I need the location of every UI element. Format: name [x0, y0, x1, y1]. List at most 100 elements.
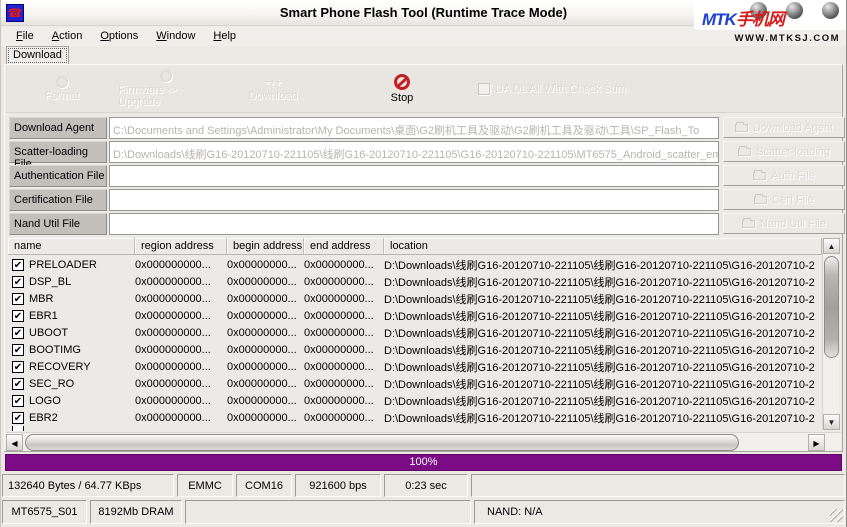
- status-filler: [471, 474, 845, 497]
- scatter-file-field[interactable]: D:\Downloads\线刷G16-20120710-221105\线刷G16…: [109, 141, 719, 163]
- toolbar: Format Firmware -> Upgrade ⇒+ Download S…: [6, 66, 841, 113]
- scroll-down-icon[interactable]: ▼: [823, 414, 840, 430]
- folder-icon: [738, 148, 751, 156]
- logo-sphere-icon: [786, 2, 803, 19]
- auth-file-label: Authentication File: [9, 165, 107, 187]
- row-checkbox[interactable]: ✔: [12, 259, 24, 271]
- row-checkbox[interactable]: ✔: [12, 293, 24, 305]
- stop-button[interactable]: Stop: [354, 66, 450, 112]
- column-name[interactable]: name: [8, 238, 135, 254]
- stop-icon: [394, 74, 410, 90]
- folder-icon: [742, 220, 755, 228]
- table-row-ebr1[interactable]: ✔ EBR1 0x000000000... 0x00000000... 0x00…: [8, 307, 822, 324]
- table-row-preloader[interactable]: ✔ PRELOADER 0x000000000... 0x00000000...…: [8, 256, 822, 273]
- status-empty: [185, 500, 471, 524]
- download-label: Download: [249, 90, 298, 102]
- download-agent-label: Download Agent: [9, 117, 107, 139]
- table-row-dsp-bl[interactable]: ✔ DSP_BL 0x000000000... 0x00000000... 0x…: [8, 273, 822, 290]
- firmware-upgrade-label: Firmware -> Upgrade: [118, 84, 214, 108]
- row-checkbox[interactable]: ✔: [12, 276, 24, 288]
- table-header: name region address begin address end ad…: [8, 238, 839, 255]
- download-button[interactable]: ⇒+ Download: [214, 66, 332, 112]
- vertical-scrollbar[interactable]: ▲ ▼: [822, 238, 839, 430]
- table-row-sec-ro[interactable]: ✔ SEC_RO 0x000000000... 0x00000000... 0x…: [8, 375, 822, 392]
- table-row-ebr2[interactable]: ✔ EBR2 0x000000000... 0x00000000... 0x00…: [8, 409, 822, 426]
- download-icon: ⇒+: [264, 76, 281, 88]
- scatter-file-label: Scatter-loading File: [9, 141, 107, 163]
- status-dram: 8192Mb DRAM: [90, 500, 182, 524]
- scroll-left-icon[interactable]: ◀: [6, 434, 23, 451]
- mtk-logo: MTK手机网 WWW.MTKSJ.COM: [694, 0, 846, 46]
- tab-bar: Download: [1, 46, 846, 64]
- vertical-scroll-thumb[interactable]: [824, 256, 839, 358]
- menu-options[interactable]: Options: [91, 27, 147, 46]
- menu-help[interactable]: Help: [204, 27, 245, 46]
- flash-tool-window: { "window": { "title": "Smart Phone Flas…: [0, 0, 847, 527]
- status-bar-top: 132640 Bytes / 64.77 KBps EMMC COM16 921…: [2, 474, 845, 497]
- firmware-upgrade-icon: [160, 70, 172, 82]
- row-checkbox[interactable]: ✔: [12, 395, 24, 407]
- column-region-address[interactable]: region address: [135, 238, 227, 254]
- progress-bar: 100%: [5, 454, 842, 471]
- table-row-logo[interactable]: ✔ LOGO 0x000000000... 0x00000000... 0x00…: [8, 392, 822, 409]
- status-elapsed-time: 0:23 sec: [384, 474, 468, 497]
- status-storage: EMMC: [177, 474, 233, 497]
- table-row-bootimg[interactable]: ✔ BOOTIMG 0x000000000... 0x00000000... 0…: [8, 341, 822, 358]
- folder-icon: [754, 196, 767, 204]
- mtk-logo-graphic: MTK手机网: [694, 0, 846, 30]
- status-chip: MT6575_S01: [2, 500, 87, 524]
- row-checkbox[interactable]: [12, 426, 24, 431]
- horizontal-scroll-thumb[interactable]: [25, 434, 739, 451]
- column-location[interactable]: location: [384, 238, 822, 254]
- auth-file-field[interactable]: [109, 165, 719, 187]
- scatter-file-browse-button[interactable]: Scatter-loading: [723, 141, 845, 162]
- nand-util-file-field[interactable]: [109, 213, 719, 235]
- resize-grip-icon[interactable]: [830, 509, 843, 522]
- status-bar-bottom: MT6575_S01 8192Mb DRAM NAND: N/A: [2, 500, 845, 524]
- status-baud-rate: 921600 bps: [295, 474, 381, 497]
- folder-icon: [735, 124, 748, 132]
- format-icon: [56, 76, 68, 88]
- cert-file-browse-button[interactable]: Cert File: [723, 189, 845, 210]
- table-body: ✔ PRELOADER 0x000000000... 0x00000000...…: [8, 256, 822, 431]
- table-row-recovery[interactable]: ✔ RECOVERY 0x000000000... 0x00000000... …: [8, 358, 822, 375]
- menu-window[interactable]: Window: [147, 27, 204, 46]
- format-button[interactable]: Format: [6, 66, 118, 112]
- table-row-mbr[interactable]: ✔ MBR 0x000000000... 0x00000000... 0x000…: [8, 290, 822, 307]
- row-checkbox[interactable]: ✔: [12, 310, 24, 322]
- column-begin-address[interactable]: begin address: [227, 238, 304, 254]
- nand-util-file-label: Nand Util File: [9, 213, 107, 235]
- checkbox-icon: [478, 83, 490, 95]
- row-checkbox[interactable]: ✔: [12, 327, 24, 339]
- table-row-partial[interactable]: [8, 426, 822, 431]
- row-checkbox[interactable]: ✔: [12, 412, 24, 424]
- download-agent-browse-button[interactable]: Download Agent: [723, 117, 845, 138]
- column-end-address[interactable]: end address: [304, 238, 384, 254]
- logo-text: MTK手机网: [702, 5, 784, 30]
- row-checkbox[interactable]: ✔: [12, 344, 24, 356]
- status-com-port: COM16: [236, 474, 292, 497]
- tab-download[interactable]: Download: [6, 46, 69, 64]
- scroll-right-icon[interactable]: ▶: [808, 434, 825, 451]
- nand-util-browse-button[interactable]: Nand Util File: [723, 213, 845, 234]
- cert-file-label: Certification File: [9, 189, 107, 211]
- auth-file-browse-button[interactable]: Auth File: [723, 165, 845, 186]
- status-nand: NAND: N/A: [474, 500, 845, 524]
- logo-site-url: WWW.MTKSJ.COM: [694, 30, 846, 44]
- horizontal-scrollbar[interactable]: ◀ ▶: [6, 432, 841, 451]
- status-bytes: 132640 Bytes / 64.77 KBps: [2, 474, 174, 497]
- menu-action[interactable]: Action: [43, 27, 92, 46]
- table-row-uboot[interactable]: ✔ UBOOT 0x000000000... 0x00000000... 0x0…: [8, 324, 822, 341]
- download-agent-field[interactable]: C:\Documents and Settings\Administrator\…: [109, 117, 719, 139]
- cert-file-field[interactable]: [109, 189, 719, 211]
- firmware-upgrade-button[interactable]: Firmware -> Upgrade: [118, 66, 214, 112]
- menu-file[interactable]: File: [7, 27, 43, 46]
- scroll-up-icon[interactable]: ▲: [823, 238, 840, 254]
- app-icon: ☎: [6, 4, 24, 22]
- row-checkbox[interactable]: ✔: [12, 361, 24, 373]
- partition-table: name region address begin address end ad…: [8, 238, 839, 431]
- row-checkbox[interactable]: ✔: [12, 378, 24, 390]
- da-dl-checksum-checkbox[interactable]: DA DL All With Check Sum: [478, 66, 626, 112]
- format-label: Format: [45, 90, 80, 102]
- download-panel: Format Firmware -> Upgrade ⇒+ Download S…: [4, 64, 843, 452]
